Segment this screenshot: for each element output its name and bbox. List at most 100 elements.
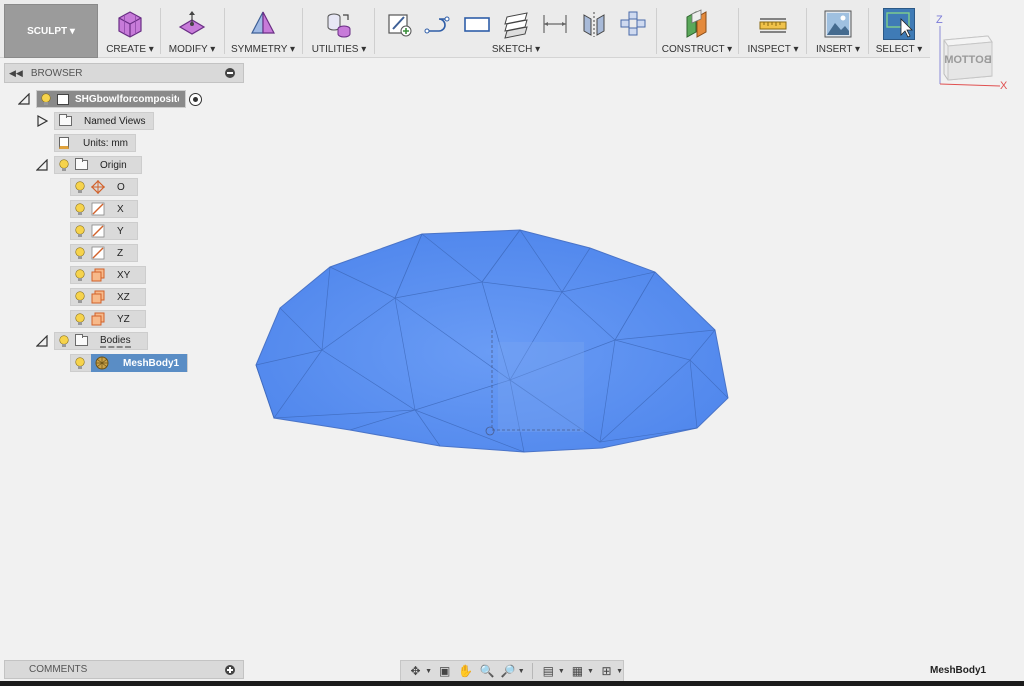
grid-settings-icon[interactable]: ▦ — [569, 663, 586, 679]
activate-radio-icon[interactable] — [189, 92, 202, 106]
visibility-bulb-icon[interactable] — [75, 290, 85, 304]
origin-item-yz-row[interactable]: YZ — [70, 310, 146, 328]
origin-item-xy-row[interactable]: XY — [70, 266, 146, 284]
look-at-icon[interactable]: ▣ — [436, 663, 453, 679]
origin-item-z-row[interactable]: Z — [70, 244, 138, 262]
grid-dropdown-icon[interactable]: ▼ — [587, 668, 594, 675]
inspect-menu[interactable]: INSPECT ▾ — [742, 4, 804, 58]
origin-item-o-row[interactable]: O — [70, 178, 138, 196]
inspect-measure-icon — [757, 8, 789, 40]
visibility-bulb-icon[interactable] — [75, 268, 85, 282]
origin-item-y-row[interactable]: Y — [70, 222, 138, 240]
visibility-bulb-icon[interactable] — [59, 158, 69, 172]
visibility-bulb-icon[interactable] — [75, 180, 85, 194]
browser-collapse-icon[interactable] — [225, 68, 235, 78]
utilities-menu[interactable]: UTILITIES ▾ — [306, 4, 372, 58]
add-comment-icon[interactable] — [225, 665, 235, 675]
plane-icon — [91, 268, 105, 282]
view-cube-axis-z: Z — [936, 14, 943, 26]
browser-panel-header[interactable]: ◀◀ BROWSER — [4, 63, 244, 83]
expand-caret-icon[interactable] — [36, 115, 48, 127]
y-axis-node[interactable]: Y — [70, 222, 138, 240]
origin-point-node[interactable]: O — [70, 178, 138, 196]
create-label: CREATE ▾ — [106, 44, 154, 55]
comments-panel-header[interactable]: COMMENTS — [4, 660, 244, 679]
yz-plane-node[interactable]: YZ — [70, 310, 146, 328]
origin-item-label: Z — [117, 247, 124, 259]
browser-root-row[interactable]: SHGbowlforcomposite... — [18, 90, 202, 108]
visibility-bulb-icon[interactable] — [75, 246, 85, 260]
xz-plane-node[interactable]: XZ — [70, 288, 146, 306]
named-views-node[interactable]: Named Views — [54, 112, 154, 130]
root-component-node[interactable]: SHGbowlforcomposite... — [36, 90, 186, 108]
construct-plane-icon — [681, 8, 713, 40]
create-box-icon — [114, 8, 146, 40]
visibility-bulb-icon[interactable] — [75, 312, 85, 326]
visibility-bulb-icon[interactable] — [41, 92, 51, 106]
insert-menu[interactable]: INSERT ▾ — [810, 4, 866, 58]
insert-label: INSERT ▾ — [815, 44, 861, 55]
sketch-label: SKETCH ▾ — [491, 44, 541, 55]
construct-menu[interactable]: CONSTRUCT ▾ — [660, 4, 734, 58]
zoom-icon[interactable]: 🔍 — [478, 663, 495, 679]
pan-hand-icon[interactable]: ✋ — [457, 663, 474, 679]
symmetry-menu[interactable]: SYMMETRY ▾ — [228, 4, 298, 58]
xy-plane-node[interactable]: XY — [70, 266, 146, 284]
utilities-label: UTILITIES ▾ — [311, 44, 367, 55]
origin-point-icon — [91, 180, 105, 194]
mesh-body-model[interactable] — [250, 220, 740, 460]
origin-row[interactable]: Origin — [36, 156, 142, 174]
create-menu[interactable]: CREATE ▾ — [102, 4, 158, 58]
viewport-canvas[interactable] — [250, 220, 740, 463]
visibility-bulb-icon[interactable] — [75, 224, 85, 238]
sketch-menu[interactable]: SKETCH ▾ — [378, 4, 654, 58]
collapse-panel-icon[interactable]: ◀◀ — [9, 68, 23, 79]
named-views-row[interactable]: Named Views — [36, 112, 154, 130]
origin-item-label: XZ — [117, 291, 130, 303]
folder-icon — [75, 334, 88, 346]
utilities-convert-icon — [323, 8, 355, 40]
origin-item-xz-row[interactable]: XZ — [70, 288, 146, 306]
x-axis-node[interactable]: X — [70, 200, 138, 218]
collapse-caret-icon[interactable] — [36, 159, 48, 171]
mesh-body-label: MeshBody1 — [123, 357, 180, 369]
visibility-bulb-icon[interactable] — [59, 334, 69, 348]
mesh-body-node[interactable]: MeshBody1 — [70, 354, 189, 372]
modify-label: MODIFY ▾ — [168, 44, 216, 55]
mesh-body-selected[interactable]: MeshBody1 — [91, 354, 188, 372]
collapse-caret-icon[interactable] — [36, 335, 48, 347]
visibility-bulb-icon[interactable] — [75, 356, 85, 370]
mesh-body-row[interactable]: MeshBody1 — [70, 354, 189, 372]
construct-label: CONSTRUCT ▾ — [661, 44, 733, 55]
axis-icon — [91, 224, 105, 238]
origin-item-label: XY — [117, 269, 131, 281]
bodies-node[interactable]: Bodies — [54, 332, 148, 350]
visibility-bulb-icon[interactable] — [75, 202, 85, 216]
workspace-switcher-button[interactable]: SCULPT ▾ — [4, 4, 98, 58]
z-axis-node[interactable]: Z — [70, 244, 138, 262]
modify-menu[interactable]: MODIFY ▾ — [164, 4, 220, 58]
orbit-icon[interactable]: ✥ — [407, 663, 424, 679]
named-views-label: Named Views — [84, 115, 146, 127]
origin-node[interactable]: Origin — [54, 156, 142, 174]
units-label: Units: mm — [83, 137, 128, 149]
view-cube[interactable]: Z X BOTTOM — [934, 12, 1010, 94]
zoom-dropdown-icon[interactable]: ▼ — [518, 668, 525, 675]
folder-icon — [75, 158, 88, 170]
origin-item-label: Y — [117, 225, 124, 237]
collapse-caret-icon[interactable] — [18, 93, 30, 105]
display-settings-icon[interactable]: ▤ — [540, 663, 557, 679]
view-cube-axis-x: X — [1000, 80, 1008, 92]
bodies-row[interactable]: Bodies — [36, 332, 148, 350]
sketch-pattern-icon — [617, 8, 649, 40]
orbit-dropdown-icon[interactable]: ▼ — [425, 668, 432, 675]
comments-title: COMMENTS — [29, 664, 88, 675]
select-menu[interactable]: SELECT ▾ — [872, 4, 926, 58]
fit-icon[interactable]: 🔎 — [500, 663, 517, 679]
units-row[interactable]: Units: mm — [54, 134, 136, 152]
viewports-dropdown-icon[interactable]: ▼ — [616, 668, 623, 675]
origin-item-x-row[interactable]: X — [70, 200, 138, 218]
display-dropdown-icon[interactable]: ▼ — [558, 668, 565, 675]
viewports-icon[interactable]: ⊞ — [598, 663, 615, 679]
units-node[interactable]: Units: mm — [54, 134, 136, 152]
